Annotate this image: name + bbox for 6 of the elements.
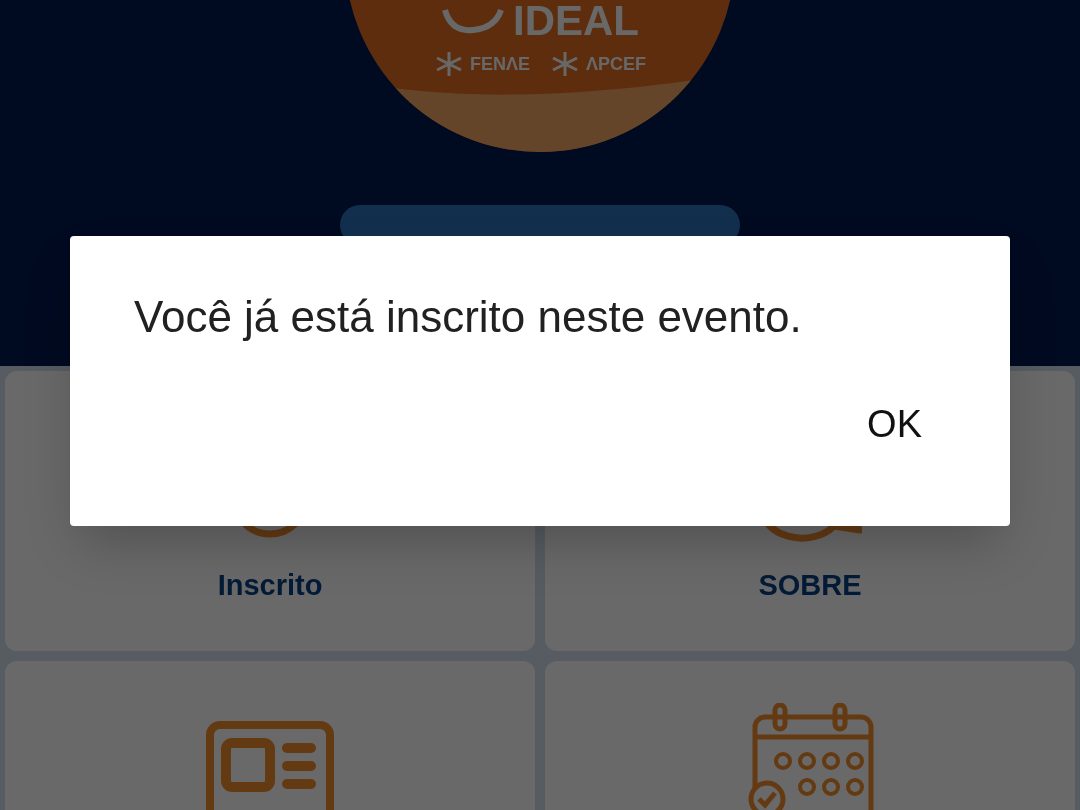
logo-title: IDEAL: [513, 4, 639, 38]
partner-name: ΛPCEF: [586, 52, 646, 76]
partner-name: FENΛE: [470, 52, 530, 76]
dialog-message: Você já está inscrito neste evento.: [134, 292, 803, 342]
tile-label: SOBRE: [758, 567, 862, 603]
tile-label: Inscrito: [217, 567, 323, 603]
